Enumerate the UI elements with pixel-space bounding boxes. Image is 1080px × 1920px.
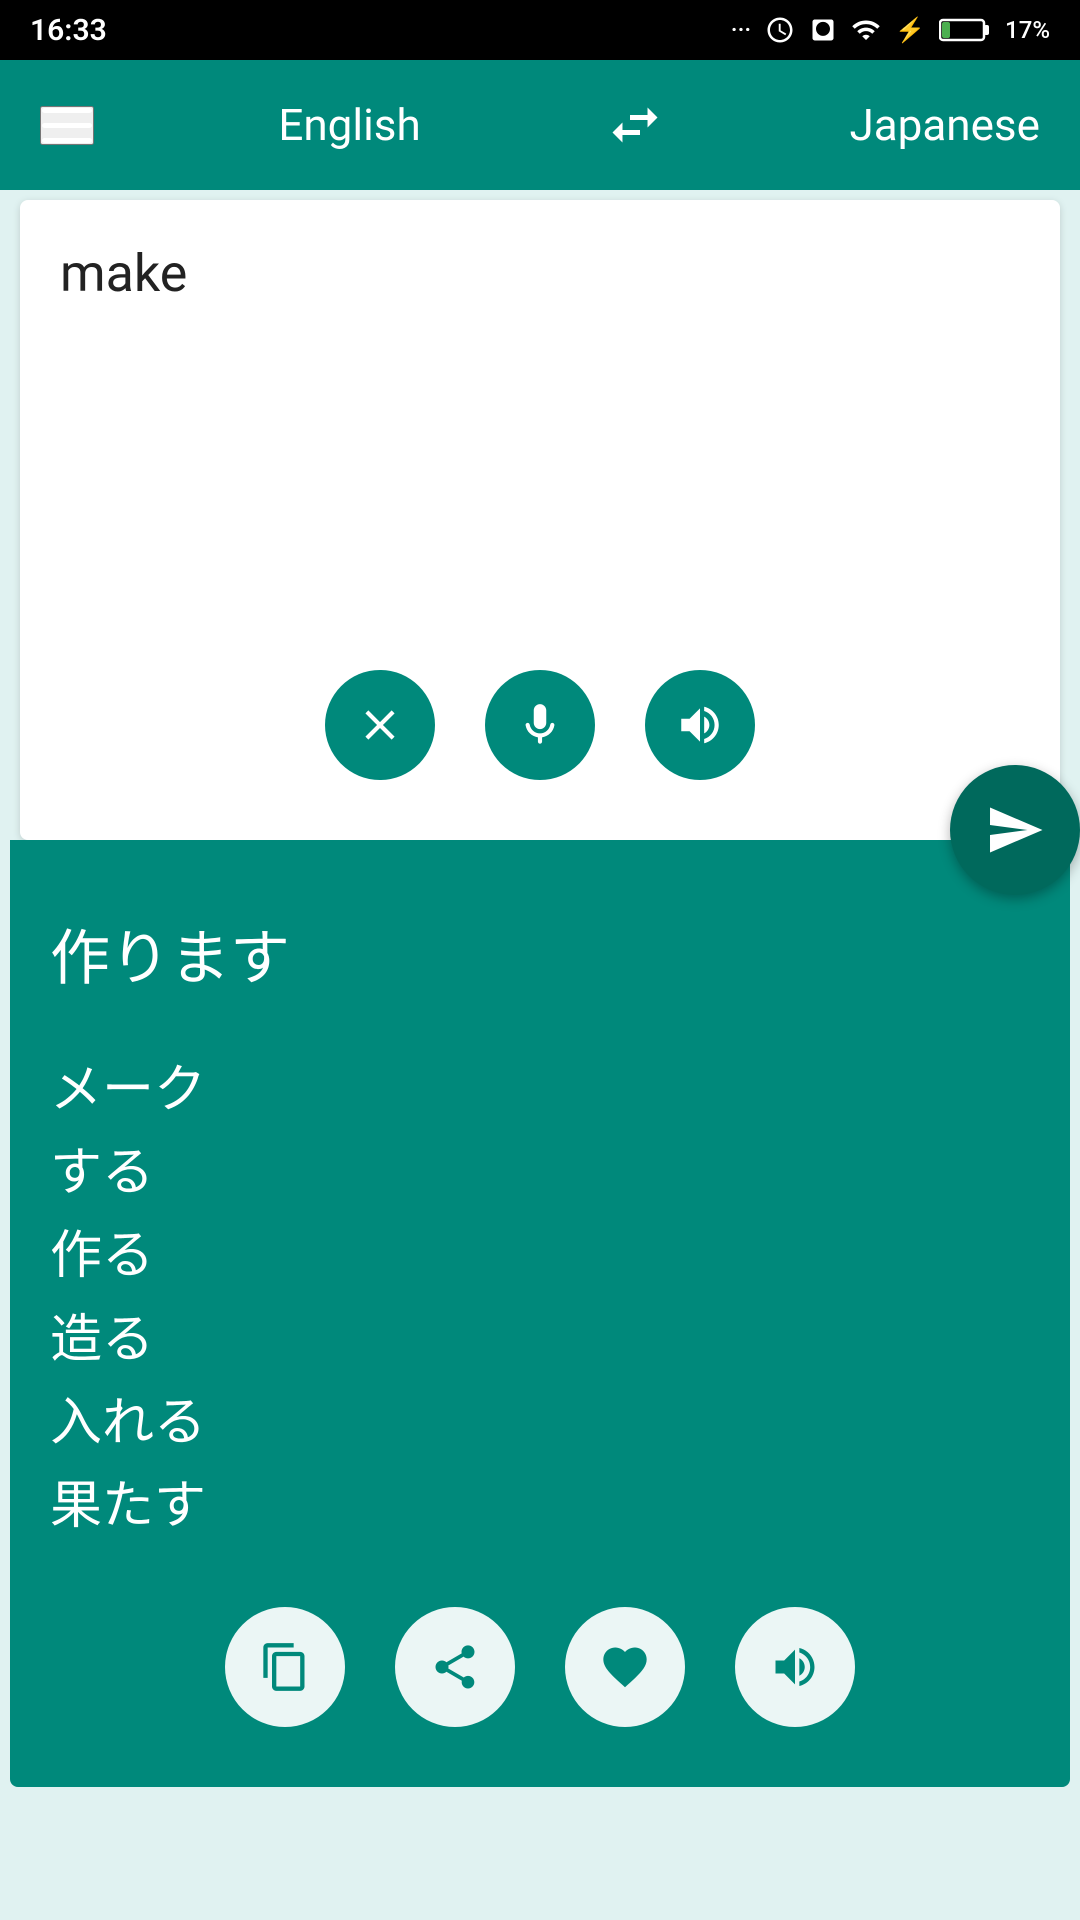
alt-item-0: メーク bbox=[50, 1048, 1030, 1131]
copy-button[interactable] bbox=[225, 1607, 345, 1727]
output-alternatives-list: メーク する 作る 造る 入れる 果たす bbox=[50, 1048, 1030, 1547]
swap-languages-button[interactable] bbox=[605, 95, 665, 155]
status-bar: 16:33 ··· ⚡ 17% bbox=[0, 0, 1080, 60]
status-time: 16:33 bbox=[30, 13, 107, 48]
source-language-label[interactable]: English bbox=[278, 99, 420, 151]
signal-icon bbox=[851, 15, 881, 45]
share-button[interactable] bbox=[395, 1607, 515, 1727]
alt-item-2: 作る bbox=[50, 1214, 1030, 1297]
alarm-icon bbox=[765, 15, 795, 45]
favorite-button[interactable] bbox=[565, 1607, 685, 1727]
alt-item-5: 果たす bbox=[50, 1464, 1030, 1547]
alt-item-1: する bbox=[50, 1131, 1030, 1214]
output-section: 作ります メーク する 作る 造る 入れる 果たす bbox=[10, 840, 1070, 1787]
input-section: make bbox=[20, 200, 1060, 840]
input-speaker-button[interactable] bbox=[645, 670, 755, 780]
alt-item-3: 造る bbox=[50, 1298, 1030, 1381]
output-speaker-button[interactable] bbox=[735, 1607, 855, 1727]
microphone-button[interactable] bbox=[485, 670, 595, 780]
dots-icon: ··· bbox=[731, 16, 751, 44]
header-toolbar: English Japanese bbox=[0, 60, 1080, 190]
target-language-label[interactable]: Japanese bbox=[849, 99, 1040, 151]
sim-icon bbox=[809, 16, 837, 44]
input-text[interactable]: make bbox=[60, 240, 1020, 640]
output-actions bbox=[50, 1607, 1030, 1747]
output-primary-text: 作ります bbox=[50, 920, 1030, 998]
battery-pct: 17% bbox=[1005, 16, 1050, 44]
status-icons: ··· ⚡ 17% bbox=[731, 15, 1050, 45]
bolt-icon: ⚡ bbox=[895, 16, 925, 44]
clear-button[interactable] bbox=[325, 670, 435, 780]
battery-icon bbox=[939, 16, 991, 44]
send-translate-button[interactable] bbox=[950, 765, 1080, 895]
menu-button[interactable] bbox=[40, 106, 94, 145]
input-controls bbox=[60, 670, 1020, 800]
alt-item-4: 入れる bbox=[50, 1381, 1030, 1464]
